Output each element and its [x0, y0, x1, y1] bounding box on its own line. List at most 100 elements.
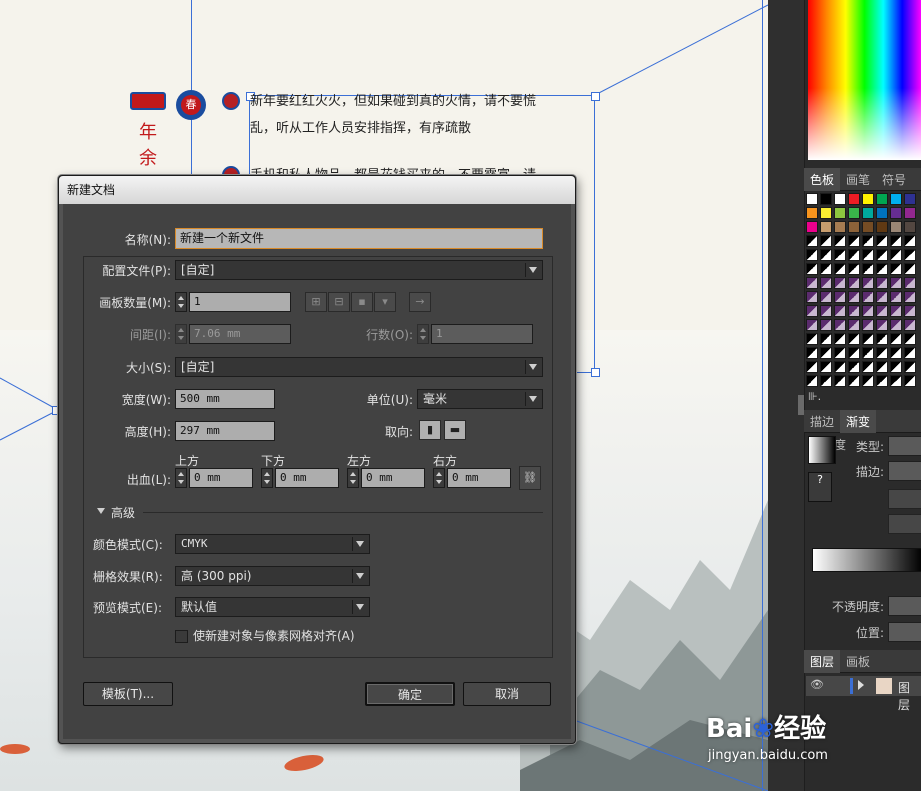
- size-select[interactable]: [自定]: [175, 357, 543, 377]
- tab-gradient[interactable]: 渐变: [840, 410, 877, 433]
- color-swatch[interactable]: [806, 333, 818, 345]
- bleed-top-stepper[interactable]: [175, 468, 187, 488]
- color-swatch[interactable]: [834, 319, 846, 331]
- grid-by-column-icon[interactable]: ⊟: [328, 292, 350, 312]
- color-swatch[interactable]: [890, 319, 902, 331]
- color-swatch[interactable]: [890, 193, 902, 205]
- color-swatch[interactable]: [862, 263, 874, 275]
- color-swatch[interactable]: [820, 193, 832, 205]
- color-swatch[interactable]: [890, 263, 902, 275]
- color-swatch[interactable]: [848, 347, 860, 359]
- color-swatch[interactable]: [806, 347, 818, 359]
- color-swatch[interactable]: [862, 333, 874, 345]
- color-swatch[interactable]: [904, 207, 916, 219]
- color-swatch[interactable]: [848, 221, 860, 233]
- color-swatch[interactable]: [904, 249, 916, 261]
- color-swatch[interactable]: [876, 361, 888, 373]
- color-swatch[interactable]: [848, 193, 860, 205]
- color-swatch[interactable]: [848, 277, 860, 289]
- tab-swatches[interactable]: 色板: [804, 168, 841, 191]
- color-swatch[interactable]: [820, 333, 832, 345]
- color-swatch[interactable]: [862, 319, 874, 331]
- preview-mode-select[interactable]: 默认值: [175, 597, 370, 617]
- color-swatch[interactable]: [806, 207, 818, 219]
- color-swatch[interactable]: [862, 235, 874, 247]
- color-swatch[interactable]: [834, 193, 846, 205]
- spacing-input[interactable]: 7.06 mm: [189, 324, 291, 344]
- color-swatch[interactable]: [890, 249, 902, 261]
- color-swatch[interactable]: [876, 249, 888, 261]
- color-swatch[interactable]: [820, 291, 832, 303]
- color-swatch[interactable]: [890, 207, 902, 219]
- layer-row[interactable]: 👁 图层: [806, 676, 921, 712]
- opacity-field[interactable]: [888, 596, 921, 616]
- color-swatch[interactable]: [876, 305, 888, 317]
- tab-layers[interactable]: 图层: [804, 650, 841, 673]
- spacing-stepper[interactable]: [175, 324, 187, 344]
- dialog-title[interactable]: 新建文档: [59, 176, 575, 204]
- color-swatch[interactable]: [904, 263, 916, 275]
- color-swatch[interactable]: [806, 277, 818, 289]
- units-select[interactable]: 毫米: [417, 389, 543, 409]
- color-swatch[interactable]: [820, 319, 832, 331]
- color-swatch[interactable]: [876, 221, 888, 233]
- color-swatch[interactable]: [834, 263, 846, 275]
- aspect-ratio-field[interactable]: [888, 514, 921, 534]
- stroke-gradient-buttons[interactable]: [888, 461, 921, 481]
- color-spectrum[interactable]: [808, 0, 921, 160]
- selection-handle[interactable]: [591, 368, 600, 377]
- swatch-library-icon[interactable]: ⊪.: [808, 390, 821, 403]
- color-swatch[interactable]: [806, 319, 818, 331]
- color-swatch[interactable]: [848, 263, 860, 275]
- color-swatch[interactable]: [848, 333, 860, 345]
- cancel-button[interactable]: 取消: [463, 682, 551, 706]
- color-swatch[interactable]: [904, 333, 916, 345]
- color-swatch[interactable]: [876, 207, 888, 219]
- bleed-bottom-stepper[interactable]: [261, 468, 273, 488]
- color-swatch[interactable]: [862, 249, 874, 261]
- color-swatch[interactable]: [848, 375, 860, 387]
- color-swatch[interactable]: [848, 361, 860, 373]
- portrait-orientation-icon[interactable]: ▮: [419, 420, 441, 440]
- color-swatch[interactable]: [904, 305, 916, 317]
- color-swatch[interactable]: [848, 249, 860, 261]
- bleed-right-input[interactable]: 0 mm: [447, 468, 511, 488]
- gradient-type-select[interactable]: [888, 436, 921, 456]
- color-swatch[interactable]: [890, 277, 902, 289]
- color-swatch[interactable]: [876, 263, 888, 275]
- templates-button[interactable]: 模板(T)...: [83, 682, 173, 706]
- color-swatch[interactable]: [848, 207, 860, 219]
- color-swatch[interactable]: [890, 333, 902, 345]
- arrow-right-icon[interactable]: →: [409, 292, 431, 312]
- color-swatch[interactable]: [806, 375, 818, 387]
- position-field[interactable]: [888, 622, 921, 642]
- color-swatch[interactable]: [876, 193, 888, 205]
- color-swatch[interactable]: [806, 291, 818, 303]
- layer-name[interactable]: 图层: [898, 679, 921, 713]
- color-swatch[interactable]: [820, 277, 832, 289]
- color-swatch[interactable]: [806, 249, 818, 261]
- arrange-by-row-icon[interactable]: ▪: [351, 292, 373, 312]
- bleed-left-input[interactable]: 0 mm: [361, 468, 425, 488]
- bleed-left-stepper[interactable]: [347, 468, 359, 488]
- color-swatch[interactable]: [806, 235, 818, 247]
- color-swatch[interactable]: [820, 207, 832, 219]
- angle-field[interactable]: [888, 489, 921, 509]
- color-swatch[interactable]: [820, 361, 832, 373]
- color-swatch[interactable]: [862, 361, 874, 373]
- ok-button[interactable]: 确定: [365, 682, 455, 706]
- color-swatch[interactable]: [890, 375, 902, 387]
- artboards-stepper[interactable]: [175, 292, 187, 312]
- color-swatch[interactable]: [904, 193, 916, 205]
- color-swatch[interactable]: [820, 249, 832, 261]
- color-swatch[interactable]: [904, 375, 916, 387]
- color-swatch[interactable]: [848, 319, 860, 331]
- eye-icon[interactable]: 👁: [810, 678, 824, 691]
- landscape-orientation-icon[interactable]: ▬: [444, 420, 466, 440]
- color-swatch[interactable]: [806, 361, 818, 373]
- color-swatch[interactable]: [862, 277, 874, 289]
- color-swatch[interactable]: [848, 291, 860, 303]
- color-swatch[interactable]: [904, 291, 916, 303]
- color-swatch[interactable]: [834, 221, 846, 233]
- color-swatch[interactable]: [848, 235, 860, 247]
